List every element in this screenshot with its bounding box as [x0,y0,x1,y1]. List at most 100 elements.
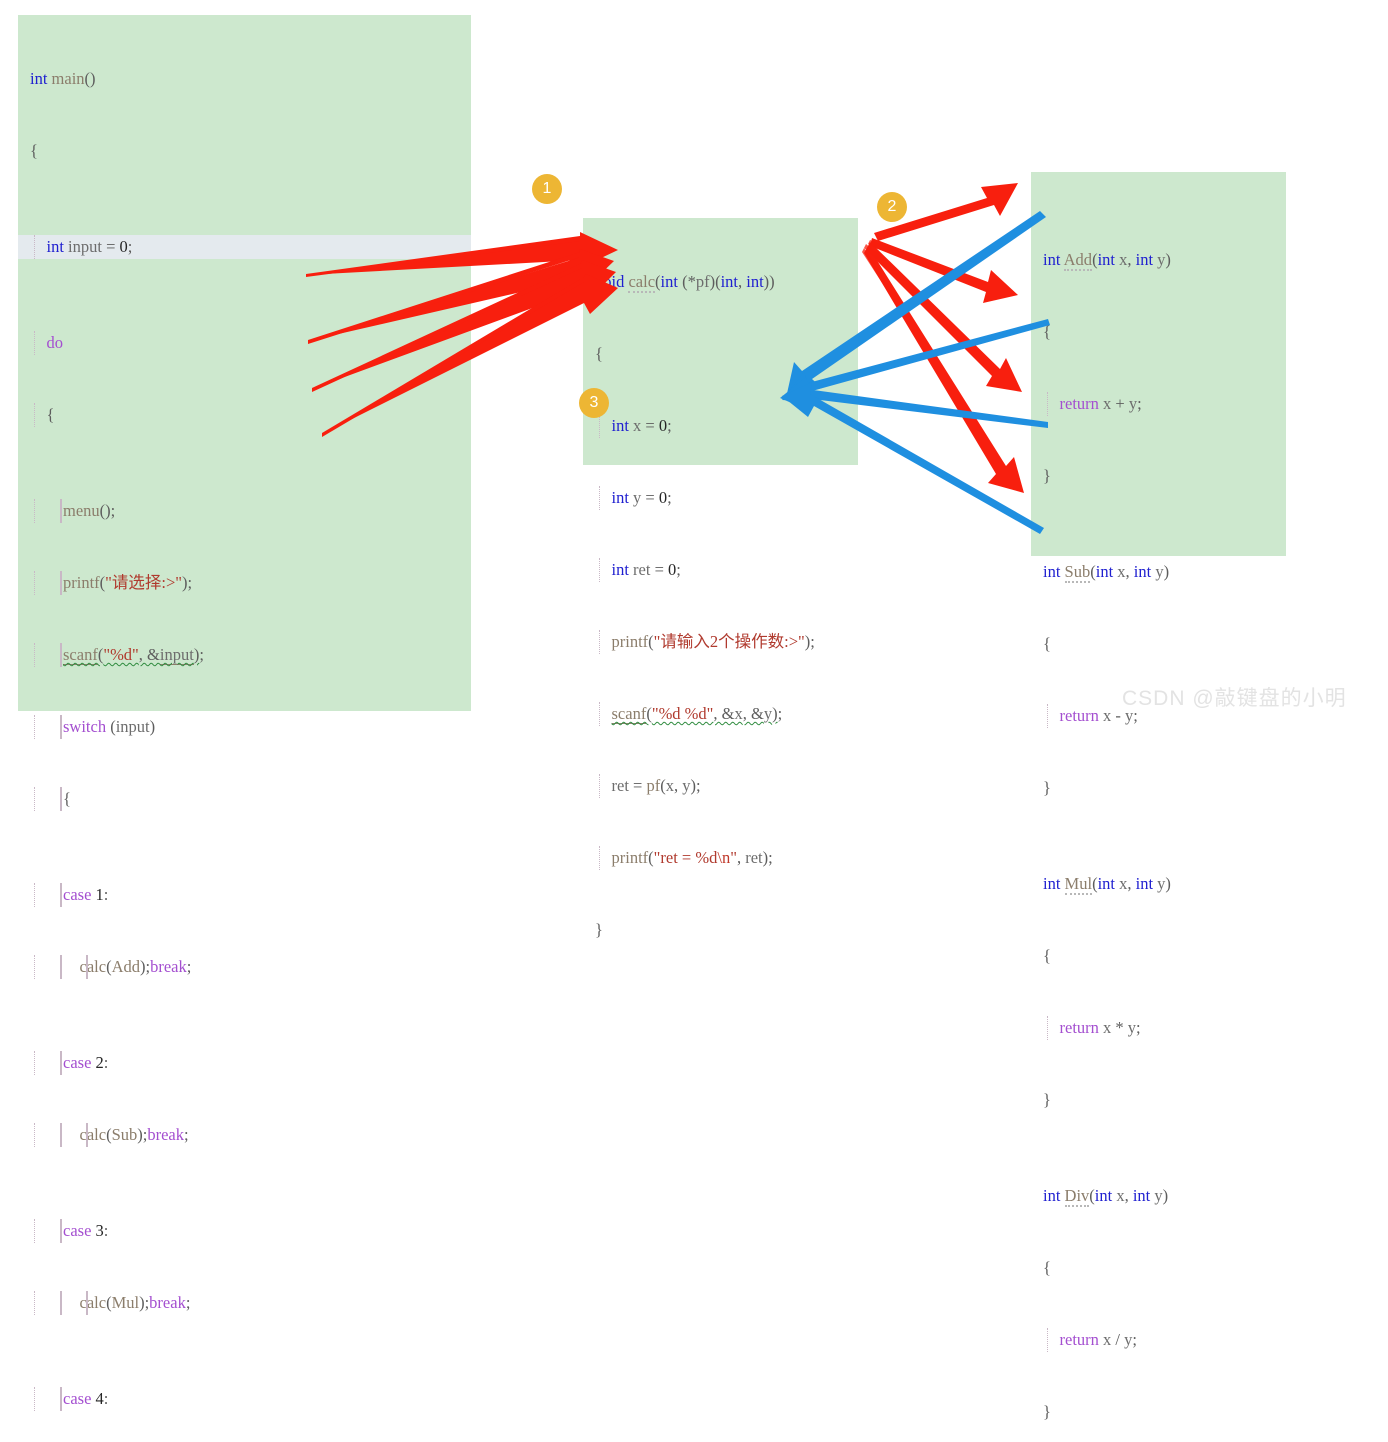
code-line: int main() [18,67,471,91]
token-identifier-x: x [1103,1330,1112,1349]
code-block-calc: void calc(int (*pf)(int, int)) { int x =… [583,218,858,939]
token-punct: ); [139,957,151,976]
token-punct: , & [713,704,735,723]
token-squiggle-group: scanf("%d", &input) [63,645,199,665]
arrow-tail-calc-mul [864,244,900,276]
token-brace-open: { [63,789,71,808]
token-function-printf: printf [611,848,649,867]
token-string: "%d %d" [651,704,714,723]
token-identifier-y: y [1155,562,1164,581]
token-colon: : [103,1221,109,1240]
token-identifier-pf: pf [646,776,661,795]
token-punct: )( [709,272,721,291]
token-operator: * [1115,1018,1124,1037]
arrow-calc-to-sub [870,238,1018,303]
token-semicolon: ; [127,237,133,256]
token-keyword-case: case [63,1221,92,1240]
token-keyword-void: void [595,272,625,291]
token-function-Sub: Sub [1064,562,1091,583]
token-function-calc: calc [79,957,107,976]
token-number: 4 [95,1389,104,1408]
token-op: = [645,488,655,507]
token-identifier-y: y [1128,394,1138,413]
token-function-Add: Add [1063,250,1093,271]
token-keyword-case: case [63,1053,92,1072]
token-identifier-y: y [1157,874,1166,893]
code-line-body-mul: return x * y; [1031,1016,1286,1040]
token-brace-open: { [1043,946,1051,965]
token-identifier-x: x [734,704,743,723]
code-line: } [583,918,858,942]
diagram-stage: int main() { int input = 0; do { menu();… [0,0,1388,1421]
code-line: int x = 0; [583,414,858,438]
code-line: { [1031,944,1286,968]
token-punct: ); [139,1293,150,1312]
token-punct: )) [763,272,775,291]
token-string-close: " [730,848,737,867]
token-keyword-return: return [1059,1330,1099,1349]
token-string: "请输入2个操作数:>" [653,632,805,651]
token-function-scanf: scanf [63,645,98,665]
token-string: "ret = %d [653,848,718,867]
token-brace-open: { [1043,1258,1051,1277]
token-brace-close: } [1043,1090,1051,1109]
step-badge-2[interactable]: 2 [877,192,907,222]
token-punct: (); [99,501,116,520]
code-line: scanf("%d", &input); [18,643,471,667]
token-number: 2 [95,1053,104,1072]
code-line-signature-add: int Add(int x, int y) [1031,248,1286,272]
token-punct: ); [182,573,193,592]
token-semicolon: ; [184,1125,189,1144]
token-keyword-return: return [1059,706,1099,725]
token-identifier-ret: ret [633,560,651,579]
token-brace-open: { [1043,634,1051,653]
token-identifier-pf: pf [695,272,710,291]
token-op: = [654,560,664,579]
token-identifier-ret: ret [745,848,763,867]
token-op: = [106,237,116,256]
token-semicolon: ; [676,560,681,579]
token-punct: ) [1162,1186,1169,1205]
token-keyword-case: case [63,885,92,904]
token-string: "%d" [103,645,139,664]
token-semicolon: ; [186,957,192,976]
token-brace-close: } [1043,466,1051,485]
code-line-highlighted: int input = 0; [18,235,471,259]
code-line: } [1031,776,1286,800]
code-block-functions: int Add(int x, int y) { return x + y; } … [1031,172,1286,1421]
token-keyword-break: break [147,1125,184,1144]
code-line: { [1031,632,1286,656]
token-function-Div: Div [1064,1186,1090,1207]
token-keyword-int: int [1132,1186,1151,1205]
step-badge-3[interactable]: 3 [579,388,609,418]
token-punct: ); [804,632,815,651]
token-identifier-input: input [115,717,150,736]
code-line: do [18,331,471,355]
token-identifier-y: y [1127,1018,1137,1037]
token-keyword-int: int [46,237,64,256]
token-escape: \n [717,848,731,867]
code-block-main: int main() { int input = 0; do { menu();… [18,15,471,1411]
token-semicolon: ; [1136,1018,1141,1037]
code-line: calc(Mul);break; [18,1291,471,1315]
token-keyword-case: case [63,1389,92,1408]
token-function-Add: Add [111,957,140,976]
token-keyword-int: int [1135,250,1154,269]
code-line: { [1031,320,1286,344]
code-line: { [583,342,858,366]
token-punct: ) [1163,562,1170,581]
code-line: int y = 0; [583,486,858,510]
token-keyword-int: int [1133,562,1152,581]
code-line: scanf("%d %d", &x, &y); [583,702,858,726]
code-line: printf("请输入2个操作数:>"); [583,630,858,654]
watermark: CSDN @敲键盘的小明 [1122,687,1347,710]
code-line: printf("请选择:>"); [18,571,471,595]
token-punct: , [738,272,747,291]
step-badge-1-label: 1 [542,180,552,197]
step-badge-1[interactable]: 1 [532,174,562,204]
token-semicolon: ; [667,488,672,507]
token-identifier-y: y [1124,1330,1133,1349]
token-colon: : [103,885,109,904]
token-keyword-int: int [660,272,678,291]
token-identifier-x: x [1117,562,1126,581]
